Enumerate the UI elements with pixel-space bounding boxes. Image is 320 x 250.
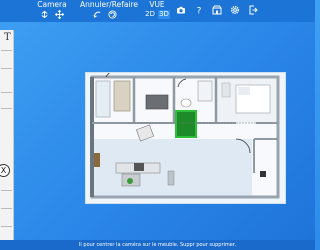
catalog-side-panel[interactable]: T X [0,30,14,250]
stove [134,163,144,171]
svg-text:?: ? [197,7,202,16]
divider [1,68,12,69]
exit-icon[interactable] [248,5,258,15]
settings-icon[interactable] [230,5,240,15]
divider [1,92,12,93]
wardrobe [95,80,111,118]
shelf [113,80,131,112]
stool [260,171,266,177]
divider [1,208,12,209]
store-icon[interactable] [212,5,222,15]
undo-redo-group: Annuler/Refaire [80,0,139,19]
nightstand [221,82,231,98]
selected-furniture [175,110,197,138]
view-2d-button[interactable]: 2D [144,10,156,19]
entry-door [94,153,100,167]
camera-photo-icon[interactable] [176,5,186,15]
plan-viewport[interactable] [85,72,286,204]
help-icon[interactable]: ? [194,5,204,16]
divider [1,190,12,191]
toilet [180,98,192,108]
top-toolbar: Camera Annuler/Refaire VUE 2D 3D ? [0,0,315,22]
cabinet [145,94,169,110]
redo-icon[interactable] [108,10,117,19]
camera-group: Camera [34,0,70,19]
side-panel-letter: T [4,32,11,43]
camera-label: Camera [37,0,67,9]
vue-label: VUE [149,0,165,9]
toolbar-right-icons: ? [176,5,258,15]
view-3d-button[interactable]: 3D [158,10,170,19]
plant [127,178,133,184]
divider [1,226,12,227]
fridge [167,170,175,186]
rotate-camera-icon[interactable] [40,10,49,19]
close-panel-button[interactable]: X [0,164,10,177]
shower [197,80,213,102]
divider [1,50,12,51]
status-bar: Il pour centrer la caméra sur le meuble.… [0,240,315,250]
floor-plan-3d[interactable] [86,73,287,205]
pillow [238,87,250,95]
undo-redo-label: Annuler/Refaire [80,0,139,9]
view-group: VUE 2D 3D [144,0,170,19]
move-camera-icon[interactable] [55,10,64,19]
undo-icon[interactable] [93,10,102,19]
divider [1,108,12,109]
view-toggle: 2D 3D [144,10,170,19]
